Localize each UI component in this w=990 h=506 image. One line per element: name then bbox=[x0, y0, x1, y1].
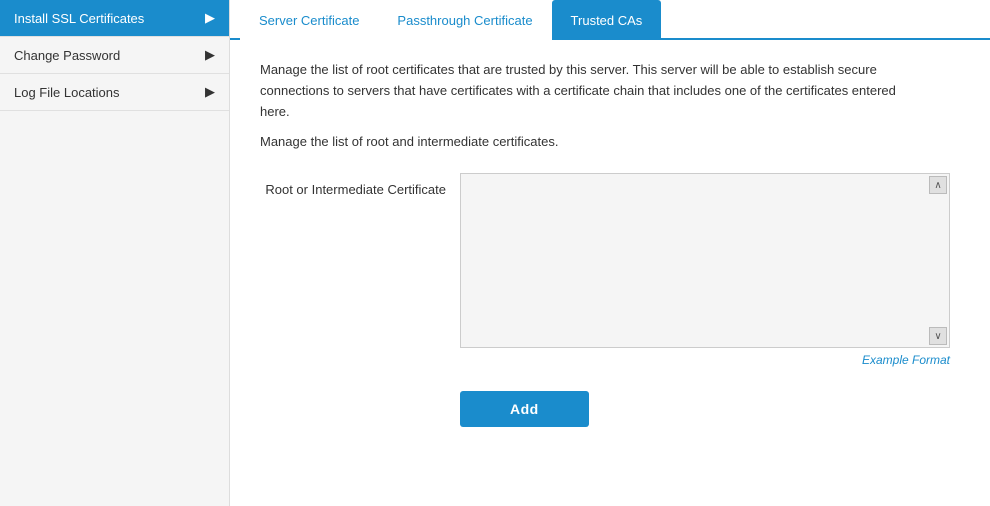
sidebar-item-log-file-locations[interactable]: Log File Locations ▶ bbox=[0, 74, 229, 111]
chevron-right-icon: ▶ bbox=[205, 84, 215, 100]
certificate-field-row: Root or Intermediate Certificate ∧ ∨ Exa… bbox=[260, 173, 960, 367]
sidebar: Install SSL Certificates ▶ Change Passwo… bbox=[0, 0, 230, 506]
tab-passthrough-certificate[interactable]: Passthrough Certificate bbox=[378, 0, 551, 40]
tab-content-trusted-cas: Manage the list of root certificates tha… bbox=[230, 40, 990, 506]
tab-bar: Server Certificate Passthrough Certifica… bbox=[230, 0, 990, 40]
example-format-link-wrap: Example Format bbox=[460, 352, 950, 367]
chevron-right-icon: ▶ bbox=[205, 47, 215, 63]
add-button[interactable]: Add bbox=[460, 391, 589, 427]
sidebar-item-install-ssl[interactable]: Install SSL Certificates ▶ bbox=[0, 0, 229, 37]
certificate-textarea[interactable] bbox=[461, 174, 949, 347]
add-button-row: Add bbox=[260, 391, 960, 427]
sidebar-item-label: Install SSL Certificates bbox=[14, 11, 144, 26]
certificate-field-wrap: ∧ ∨ Example Format bbox=[460, 173, 950, 367]
scroll-up-button[interactable]: ∧ bbox=[929, 176, 947, 194]
description-text-1: Manage the list of root certificates tha… bbox=[260, 60, 900, 122]
chevron-right-icon: ▶ bbox=[205, 10, 215, 26]
certificate-field-label: Root or Intermediate Certificate bbox=[260, 173, 460, 199]
certificate-textarea-wrapper: ∧ ∨ bbox=[460, 173, 950, 348]
scroll-down-button[interactable]: ∨ bbox=[929, 327, 947, 345]
sidebar-item-label: Change Password bbox=[14, 48, 120, 63]
tab-trusted-cas[interactable]: Trusted CAs bbox=[552, 0, 662, 40]
sidebar-item-label: Log File Locations bbox=[14, 85, 120, 100]
example-format-link[interactable]: Example Format bbox=[862, 353, 950, 367]
main-content: Server Certificate Passthrough Certifica… bbox=[230, 0, 990, 506]
tab-server-certificate[interactable]: Server Certificate bbox=[240, 0, 378, 40]
sidebar-item-change-password[interactable]: Change Password ▶ bbox=[0, 37, 229, 74]
description-text-2: Manage the list of root and intermediate… bbox=[260, 132, 900, 153]
